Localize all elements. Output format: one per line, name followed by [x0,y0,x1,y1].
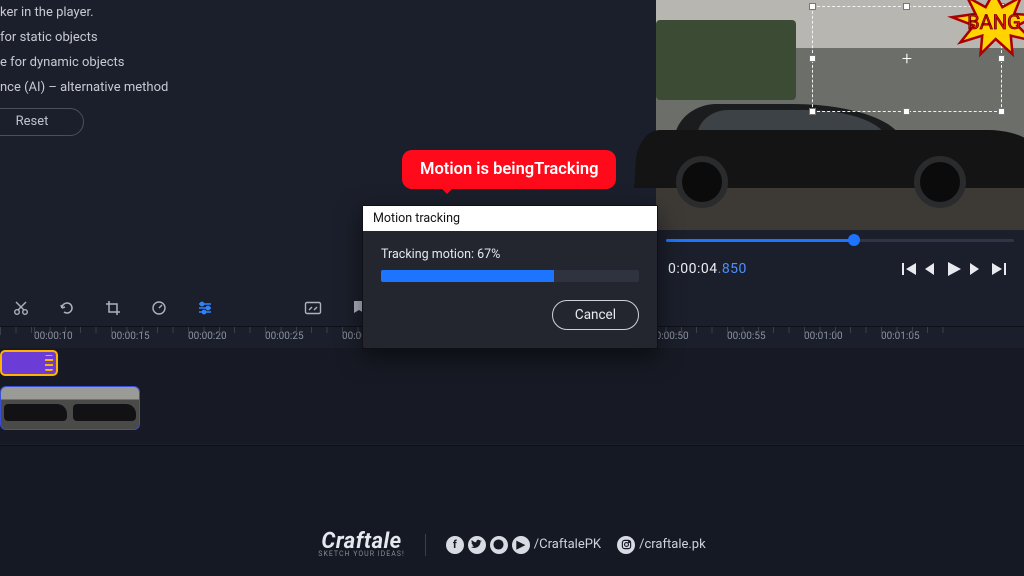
go-start-button[interactable] [902,262,924,276]
preview-viewport[interactable]: + BANG [656,0,1024,230]
progress-label: Tracking motion: 67% [381,247,639,262]
cut-icon[interactable] [12,299,30,317]
step-forward-button[interactable] [968,262,990,276]
caption-icon[interactable] [304,299,322,317]
timeline-tracks[interactable] [0,348,1024,444]
preview-scrubber[interactable] [656,230,1024,250]
panel-line: e for dynamic objects [0,50,200,75]
undo-icon[interactable] [58,299,76,317]
spotify-icon[interactable] [490,536,508,554]
facebook-icon[interactable]: f [446,536,464,554]
social-handle: /CraftalePK [534,537,601,552]
step-back-button[interactable] [924,262,946,276]
brand-tagline: SKETCH YOUR IDEAS! [318,551,404,558]
panel-line: ker in the player. [0,0,200,25]
crop-icon[interactable] [104,299,122,317]
panel-line: nce (AI) – alternative method [0,75,200,100]
footer-watermark: Craftale SKETCH YOUR IDEAS! f ▶ /Craftal… [0,446,1024,576]
instruction-callout: Motion is beingTracking [402,150,616,189]
motion-tracking-dialog: Motion tracking Tracking motion: 67% Can… [362,205,658,349]
reset-button[interactable]: Reset [0,108,84,136]
youtube-icon[interactable]: ▶ [512,536,530,554]
scrubber-fill [666,239,854,242]
go-end-button[interactable] [990,262,1012,276]
tracking-options-panel: ker in the player. for static objects e … [0,0,200,136]
tracker-center-icon: + [902,49,912,70]
cancel-button[interactable]: Cancel [552,300,639,330]
progress-bar [381,270,639,282]
scrubber-knob[interactable] [848,234,860,246]
dialog-title: Motion tracking [363,206,657,231]
svg-text:BANG: BANG [967,10,1021,34]
adjust-icon[interactable] [196,299,214,317]
video-clip[interactable] [0,386,140,430]
instagram-icon[interactable] [617,536,635,554]
speed-icon[interactable] [150,299,168,317]
twitter-icon[interactable] [468,536,486,554]
play-button[interactable] [946,261,968,277]
social-handle: /craftale.pk [639,537,706,552]
overlay-clip[interactable] [0,350,58,376]
comic-burst-sticker[interactable]: BANG [952,0,1024,54]
panel-line: for static objects [0,25,200,50]
timecode-display: 0:00:04.850 [668,261,747,277]
social-links: f ▶ /CraftalePK /craftale.pk [446,536,706,554]
